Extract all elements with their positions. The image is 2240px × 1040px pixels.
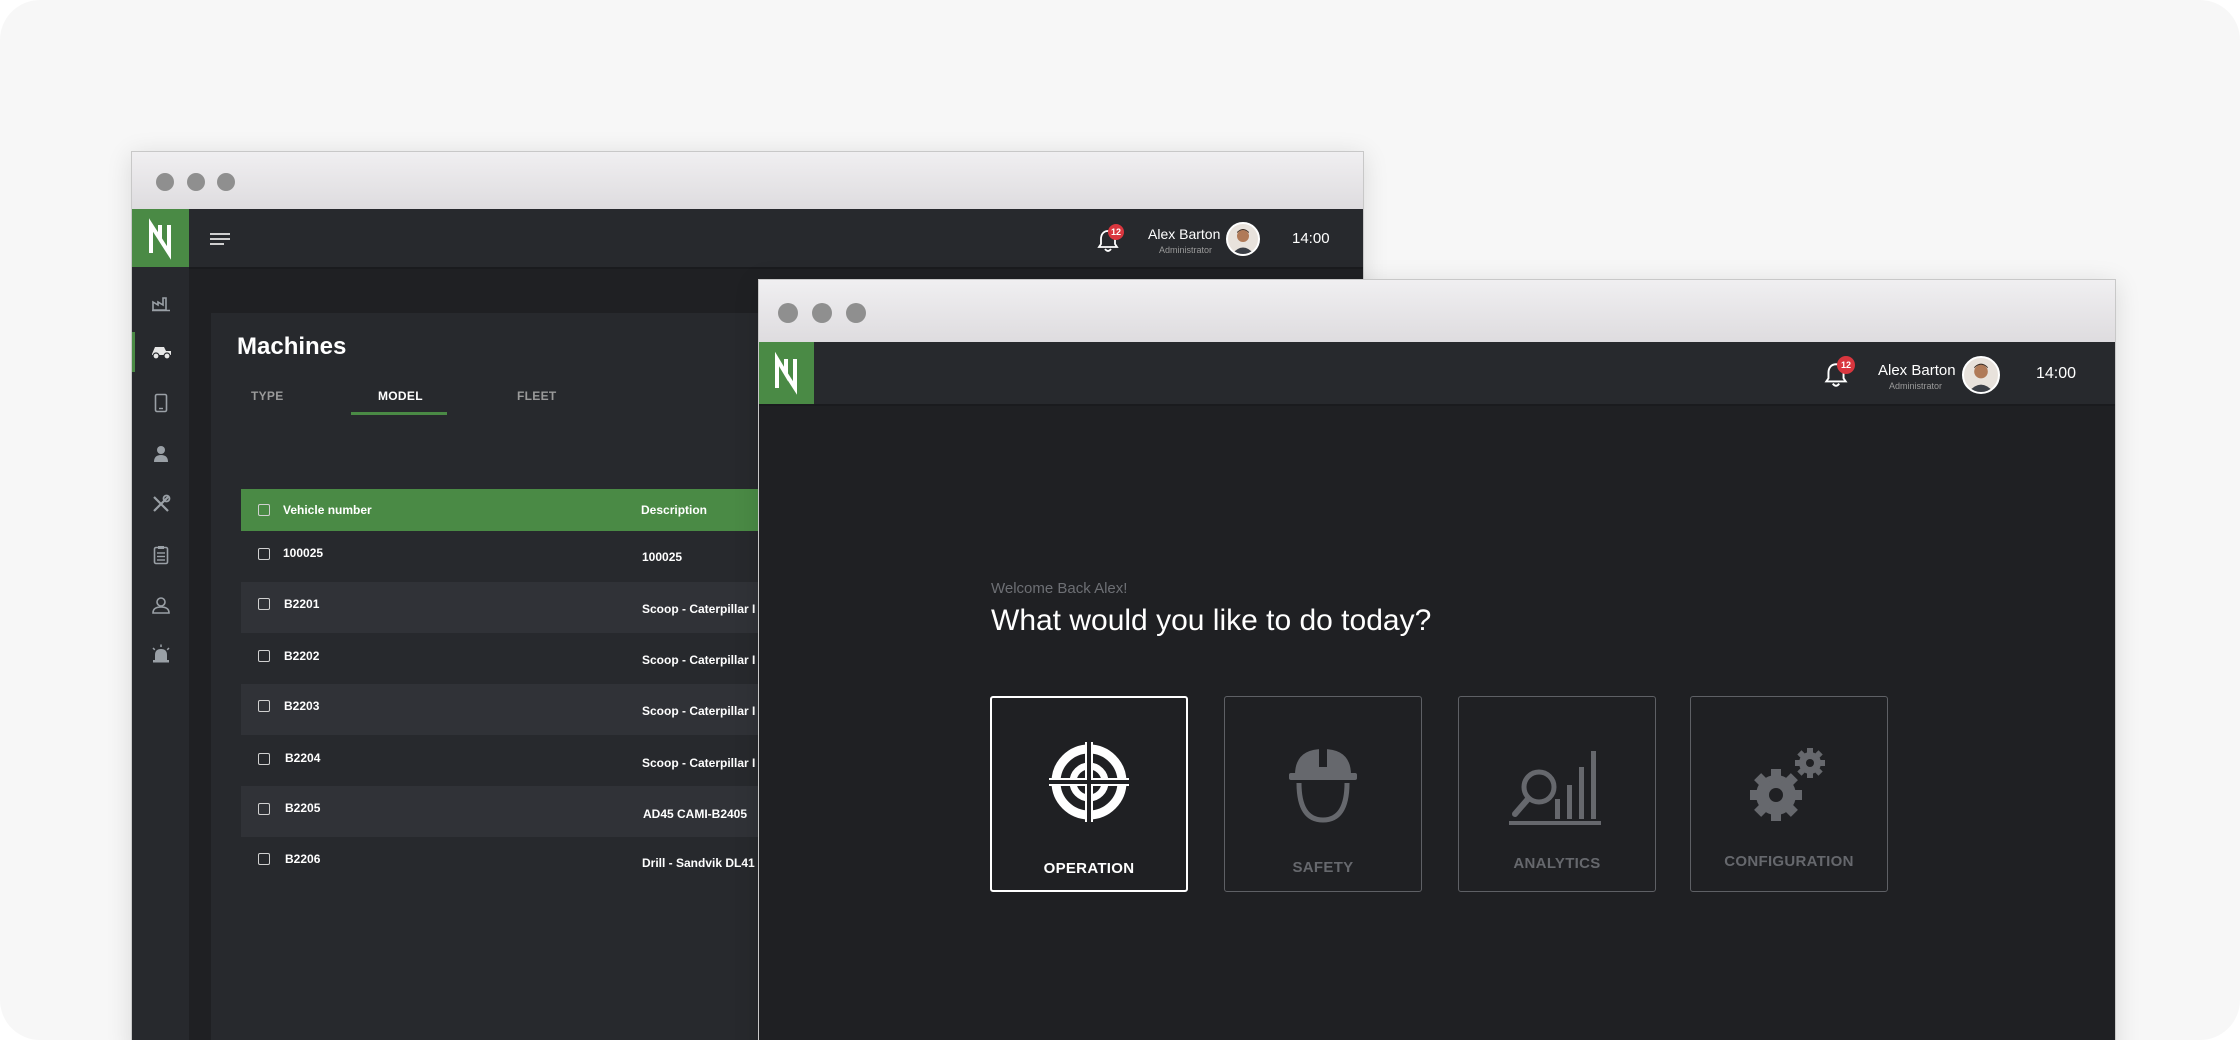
notifications-button[interactable]: 12 [1096,224,1124,254]
sidebar-item-reports[interactable] [132,535,189,575]
analytics-tile[interactable]: ANALYTICS [1458,696,1656,892]
welcome-message: Welcome Back Alex! [991,580,1128,597]
vehicle-number-cell: B2201 [284,597,320,611]
page-title: Machines [237,333,347,360]
window-minimize-button[interactable] [812,303,832,323]
worker-icon [151,597,170,614]
vehicle-number-cell: B2203 [284,699,320,713]
window-titlebar[interactable] [759,280,2115,343]
operation-tile-label: OPERATION [1043,860,1135,877]
target-icon [1049,742,1129,822]
sidebar [132,267,189,1040]
row-checkbox[interactable] [258,700,270,712]
vehicle-number-cell: B2205 [285,801,321,815]
app-logo[interactable] [132,209,189,267]
configuration-tile[interactable]: CONFIGURATION [1690,696,1888,892]
window-maximize-button[interactable] [217,173,235,191]
clipboard-icon [153,546,168,565]
sidebar-item-devices[interactable] [132,383,189,423]
sidebar-item-users[interactable] [132,434,189,474]
tablet-icon [154,393,167,413]
sidebar-item-maintenance[interactable] [132,484,189,524]
user-avatar[interactable] [1962,356,2000,394]
app-logo[interactable] [759,342,814,404]
user-avatar[interactable] [1226,222,1260,256]
clock: 14:00 [2036,365,2077,382]
safety-tile[interactable]: SAFETY [1224,696,1422,892]
operation-tile[interactable]: OPERATION [990,696,1188,892]
desktop-background: 12 Alex Barton Administrator 14:00 Machi… [0,0,2240,1040]
factory-icon [151,297,170,312]
gears-icon [1750,748,1825,821]
configuration-tile-label: CONFIGURATION [1724,853,1854,870]
row-checkbox[interactable] [258,753,270,765]
notification-badge: 12 [1837,356,1855,374]
description-cell: AD45 CAMI-B2405 [643,807,748,821]
tab-type[interactable]: TYPE [251,389,284,403]
person-icon [153,446,168,462]
active-tab-indicator [351,412,447,415]
window-titlebar[interactable] [132,152,1363,210]
window-close-button[interactable] [156,173,174,191]
user-role: Administrator [1159,245,1213,255]
notifications-button[interactable]: 12 [1823,356,1855,389]
vehicle-number-cell: B2204 [285,751,321,765]
hamburger-menu-icon[interactable] [210,232,232,246]
description-cell: Scoop - Caterpillar I [642,602,756,616]
user-name[interactable]: Alex Barton [1878,362,1956,379]
sidebar-item-workers[interactable] [132,585,189,625]
analytics-icon [1509,751,1601,825]
vehicle-number-cell: B2202 [284,649,320,663]
tab-model[interactable]: MODEL [378,389,423,403]
analytics-tile-label: ANALYTICS [1513,855,1601,872]
column-header-description[interactable]: Description [641,503,707,517]
row-checkbox[interactable] [258,598,270,610]
description-cell: Scoop - Caterpillar I [642,704,756,718]
user-name[interactable]: Alex Barton [1148,226,1220,242]
row-checkbox[interactable] [258,650,270,662]
window-minimize-button[interactable] [187,173,205,191]
window-close-button[interactable] [778,303,798,323]
logo-icon [149,218,171,260]
row-checkbox[interactable] [258,853,270,865]
sidebar-item-sites[interactable] [132,283,189,323]
hardhat-icon [1289,747,1357,823]
row-checkbox[interactable] [258,803,270,815]
vehicle-number-cell: B2206 [285,852,321,866]
tab-fleet[interactable]: FLEET [517,389,557,403]
vehicle-number-cell: 100025 [283,546,324,560]
notification-badge: 12 [1108,224,1124,240]
window-maximize-button[interactable] [846,303,866,323]
description-cell: Scoop - Caterpillar I [642,653,756,667]
description-cell: Drill - Sandvik DL41 [642,856,755,870]
description-cell: Scoop - Caterpillar I [642,756,756,770]
sidebar-item-alarms[interactable] [132,634,189,674]
page-headline: What would you like to do today? [991,604,1432,637]
safety-tile-label: SAFETY [1292,859,1354,876]
select-all-checkbox[interactable] [258,504,270,516]
alarm-light-icon [151,644,170,663]
clock: 14:00 [1292,230,1330,247]
user-role: Administrator [1889,381,1943,391]
row-checkbox[interactable] [258,548,270,560]
logo-icon [775,351,797,395]
home-window: 12 Alex Barton Administrator 14:00 Welco… [758,279,2116,1040]
column-header-vehicle-number[interactable]: Vehicle number [283,503,372,517]
description-cell: 100025 [642,550,683,564]
tools-icon [152,494,170,512]
truck-icon [152,347,171,360]
sidebar-item-machines[interactable] [132,332,189,372]
